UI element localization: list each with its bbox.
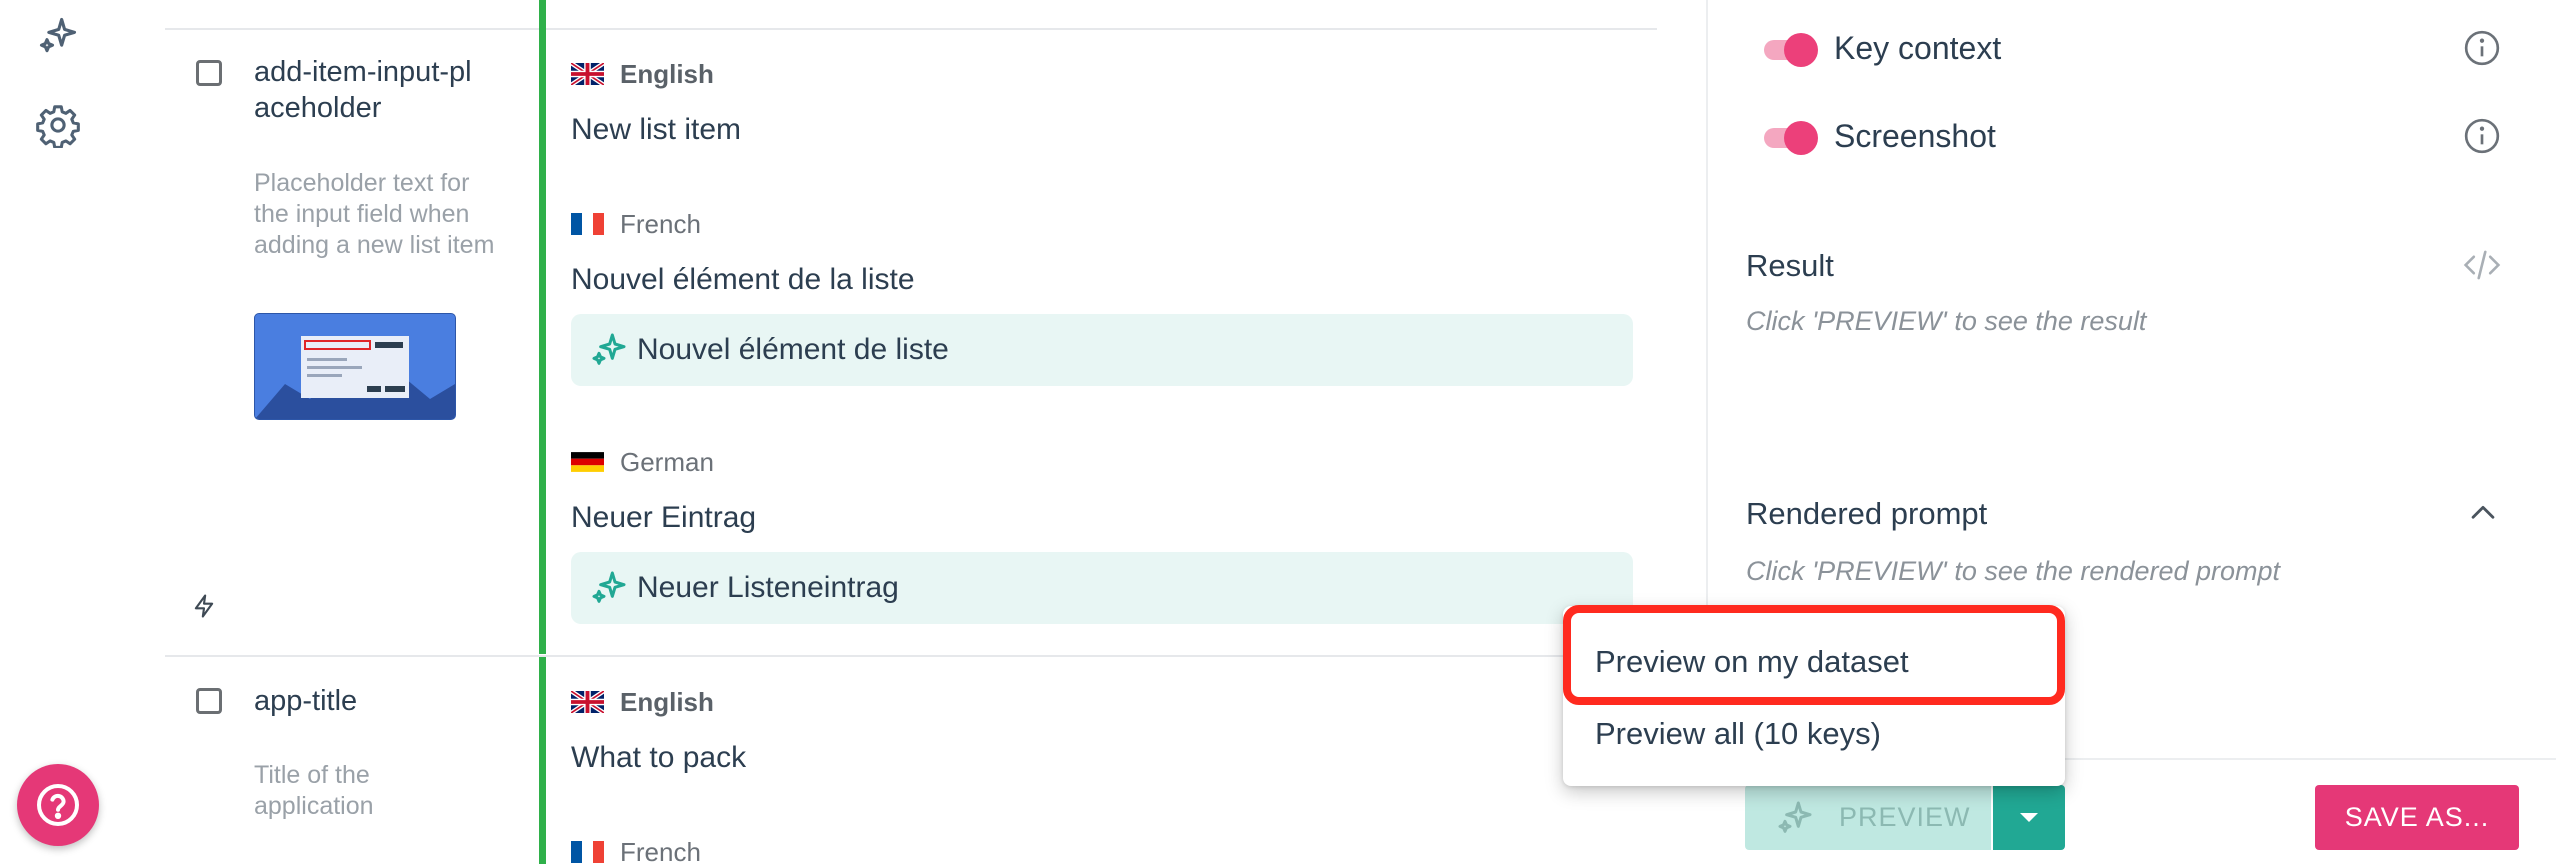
key-name-line: add-item-input-pl — [254, 56, 472, 88]
sparkle-icon — [1778, 801, 1812, 833]
language-name: French — [620, 208, 701, 239]
option-label: Key context — [1834, 30, 2002, 66]
translation-language: French — [571, 836, 701, 868]
gear-icon[interactable] — [34, 101, 82, 149]
preview-dropdown-toggle[interactable] — [1993, 785, 2065, 850]
key-name[interactable]: add-item-input-pl aceholder — [254, 54, 514, 126]
key-description: Placeholder text for the input field whe… — [254, 169, 495, 259]
row-divider — [165, 655, 1657, 657]
ai-suggestion[interactable]: Nouvel élément de liste — [571, 314, 1633, 386]
screenshot-toggle[interactable] — [1760, 121, 1818, 155]
preview-menu: Preview on my dataset Preview all (10 ke… — [1563, 606, 2065, 786]
result-hint: Click 'PREVIEW' to see the result — [1746, 306, 2147, 336]
fr-flag-icon — [571, 841, 604, 863]
translation-text[interactable]: Neuer Eintrag — [571, 500, 756, 536]
chevron-up-icon[interactable] — [2466, 496, 2500, 530]
sparkle-icon — [592, 571, 626, 603]
lightning-icon[interactable] — [190, 592, 218, 620]
info-icon[interactable] — [2462, 116, 2502, 156]
key-state-bar — [539, 657, 546, 864]
fr-flag-icon — [571, 213, 604, 235]
language-name: English — [620, 686, 714, 717]
key-select-checkbox[interactable] — [196, 60, 222, 86]
key-screenshot-thumbnail[interactable] — [254, 313, 456, 420]
key-state-bar — [539, 0, 546, 654]
help-button[interactable] — [17, 764, 99, 846]
caret-down-icon — [2020, 812, 2038, 822]
key-description: Title of the application — [254, 761, 374, 820]
translation-language: English — [571, 686, 714, 718]
menu-item-preview-dataset[interactable]: Preview on my dataset — [1563, 626, 2065, 698]
save-as-button[interactable]: SAVE AS... — [2315, 785, 2519, 850]
translation-language: English — [571, 58, 714, 90]
ai-suggestion-text: Neuer Listeneintrag — [637, 571, 899, 604]
de-flag-icon — [571, 451, 604, 473]
translation-text[interactable]: New list item — [571, 112, 741, 148]
ai-suggestion[interactable]: Neuer Listeneintrag — [571, 552, 1633, 624]
code-icon[interactable] — [2462, 247, 2502, 283]
option-label: Screenshot — [1834, 118, 1996, 154]
language-name: English — [620, 58, 714, 89]
question-icon — [37, 784, 79, 826]
ai-suggestion-text: Nouvel élément de liste — [637, 333, 949, 366]
key-select-checkbox[interactable] — [196, 688, 222, 714]
menu-item-preview-all[interactable]: Preview all (10 keys) — [1563, 698, 2065, 770]
key-name-line: aceholder — [254, 92, 382, 124]
language-name: German — [620, 446, 714, 477]
menu-item-label: Preview all (10 keys) — [1595, 716, 1881, 751]
sparkle-icon[interactable] — [34, 12, 82, 60]
sparkle-icon — [592, 333, 626, 365]
translation-text[interactable]: What to pack — [571, 740, 746, 776]
preview-button[interactable]: PREVIEW — [1745, 785, 1991, 850]
row-divider — [165, 28, 1657, 30]
info-icon[interactable] — [2462, 28, 2502, 68]
rendered-prompt-title: Rendered prompt — [1746, 496, 1988, 531]
menu-item-label: Preview on my dataset — [1595, 644, 1909, 679]
rendered-prompt-hint: Click 'PREVIEW' to see the rendered prom… — [1746, 556, 2281, 586]
result-title: Result — [1746, 248, 1834, 283]
preview-button-label: PREVIEW — [1839, 802, 1971, 832]
language-name: French — [620, 836, 701, 867]
translation-text[interactable]: Nouvel élément de la liste — [571, 262, 915, 298]
uk-flag-icon — [571, 691, 604, 713]
key-name[interactable]: app-title — [254, 683, 514, 719]
key-context-toggle[interactable] — [1760, 33, 1818, 67]
translation-language: French — [571, 208, 701, 240]
translation-language: German — [571, 446, 714, 478]
left-rail — [0, 0, 115, 864]
uk-flag-icon — [571, 63, 604, 85]
